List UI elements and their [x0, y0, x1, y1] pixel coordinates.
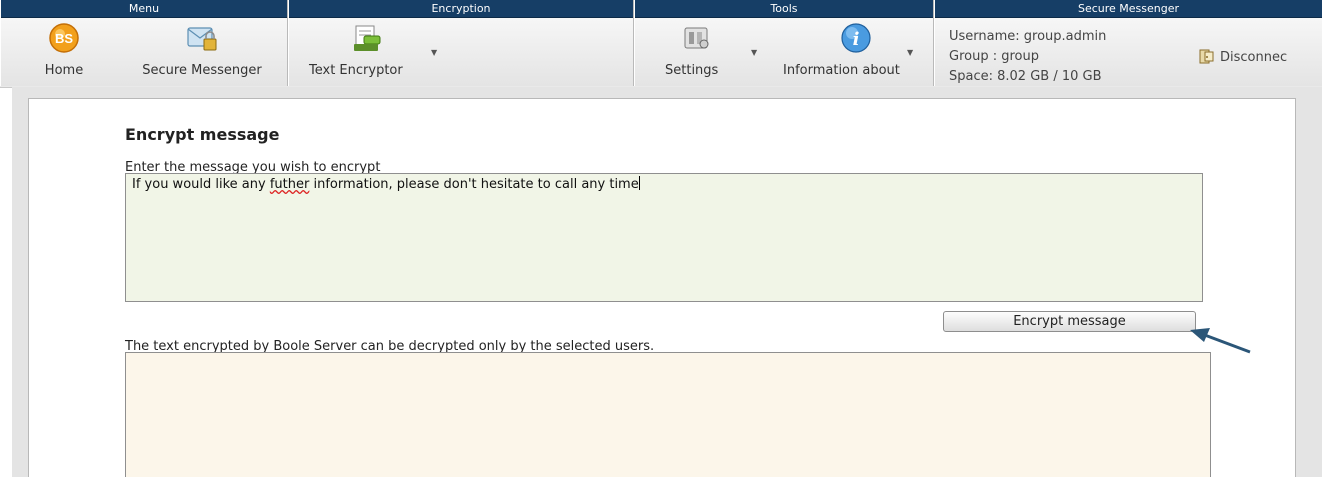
settings-label: Settings	[665, 63, 719, 78]
menu-group: Menu BS Home Secure Messenger	[0, 0, 288, 86]
svg-text:BS: BS	[55, 31, 73, 46]
disconnect-icon	[1199, 49, 1214, 64]
text-encryptor-label: Text Encryptor	[309, 63, 403, 78]
misspelled-word: futher	[269, 177, 310, 192]
page-title: Encrypt message	[125, 125, 280, 144]
svg-text:i: i	[853, 29, 860, 50]
encryption-group-header: Encryption	[289, 0, 633, 18]
settings-button[interactable]: Settings	[657, 20, 737, 82]
group-info: Group : group	[949, 49, 1039, 64]
information-icon: i	[841, 23, 871, 53]
tools-group-header: Tools	[635, 0, 933, 18]
message-text-end: information, please don't hesitate to ca…	[309, 177, 639, 192]
text-encryptor-icon	[354, 25, 381, 51]
home-logo-icon: BS	[49, 23, 79, 53]
dropdown-arrow-icon[interactable]: ▼	[431, 48, 437, 57]
text-encryptor-button[interactable]: Text Encryptor	[307, 20, 427, 82]
text-caret	[638, 176, 640, 190]
message-input[interactable]: If you would like any futher information…	[125, 173, 1203, 302]
home-label: Home	[44, 63, 84, 78]
username-info: Username: group.admin	[949, 29, 1107, 44]
disconnect-label: Disconnec	[1220, 50, 1288, 65]
ribbon-toolbar: Menu BS Home Secure Messenger Encryption	[0, 0, 1322, 88]
information-about-label: Information about	[783, 63, 900, 78]
tools-group: Tools Settings ▼ i Information about ▼	[634, 0, 934, 86]
settings-icon	[684, 27, 709, 49]
secure-messenger-button[interactable]: Secure Messenger	[127, 20, 277, 82]
message-text-start: If you would like any	[132, 177, 270, 192]
disconnect-button[interactable]: Disconnec	[1199, 49, 1287, 65]
dropdown-arrow-icon[interactable]: ▼	[751, 48, 757, 57]
secure-messenger-icon	[187, 27, 217, 51]
secure-messenger-group-header: Secure Messenger	[935, 0, 1322, 18]
encrypted-output[interactable]	[125, 352, 1211, 477]
menu-group-header: Menu	[1, 0, 287, 18]
space-info: Space: 8.02 GB / 10 GB	[949, 69, 1102, 84]
secure-messenger-group: Secure Messenger Username: group.admin G…	[934, 0, 1322, 86]
home-button[interactable]: BS Home	[29, 20, 99, 82]
secure-messenger-label: Secure Messenger	[142, 63, 262, 78]
encryption-group: Encryption Text Encryptor ▼	[288, 0, 634, 86]
dropdown-arrow-icon[interactable]: ▼	[907, 48, 913, 57]
